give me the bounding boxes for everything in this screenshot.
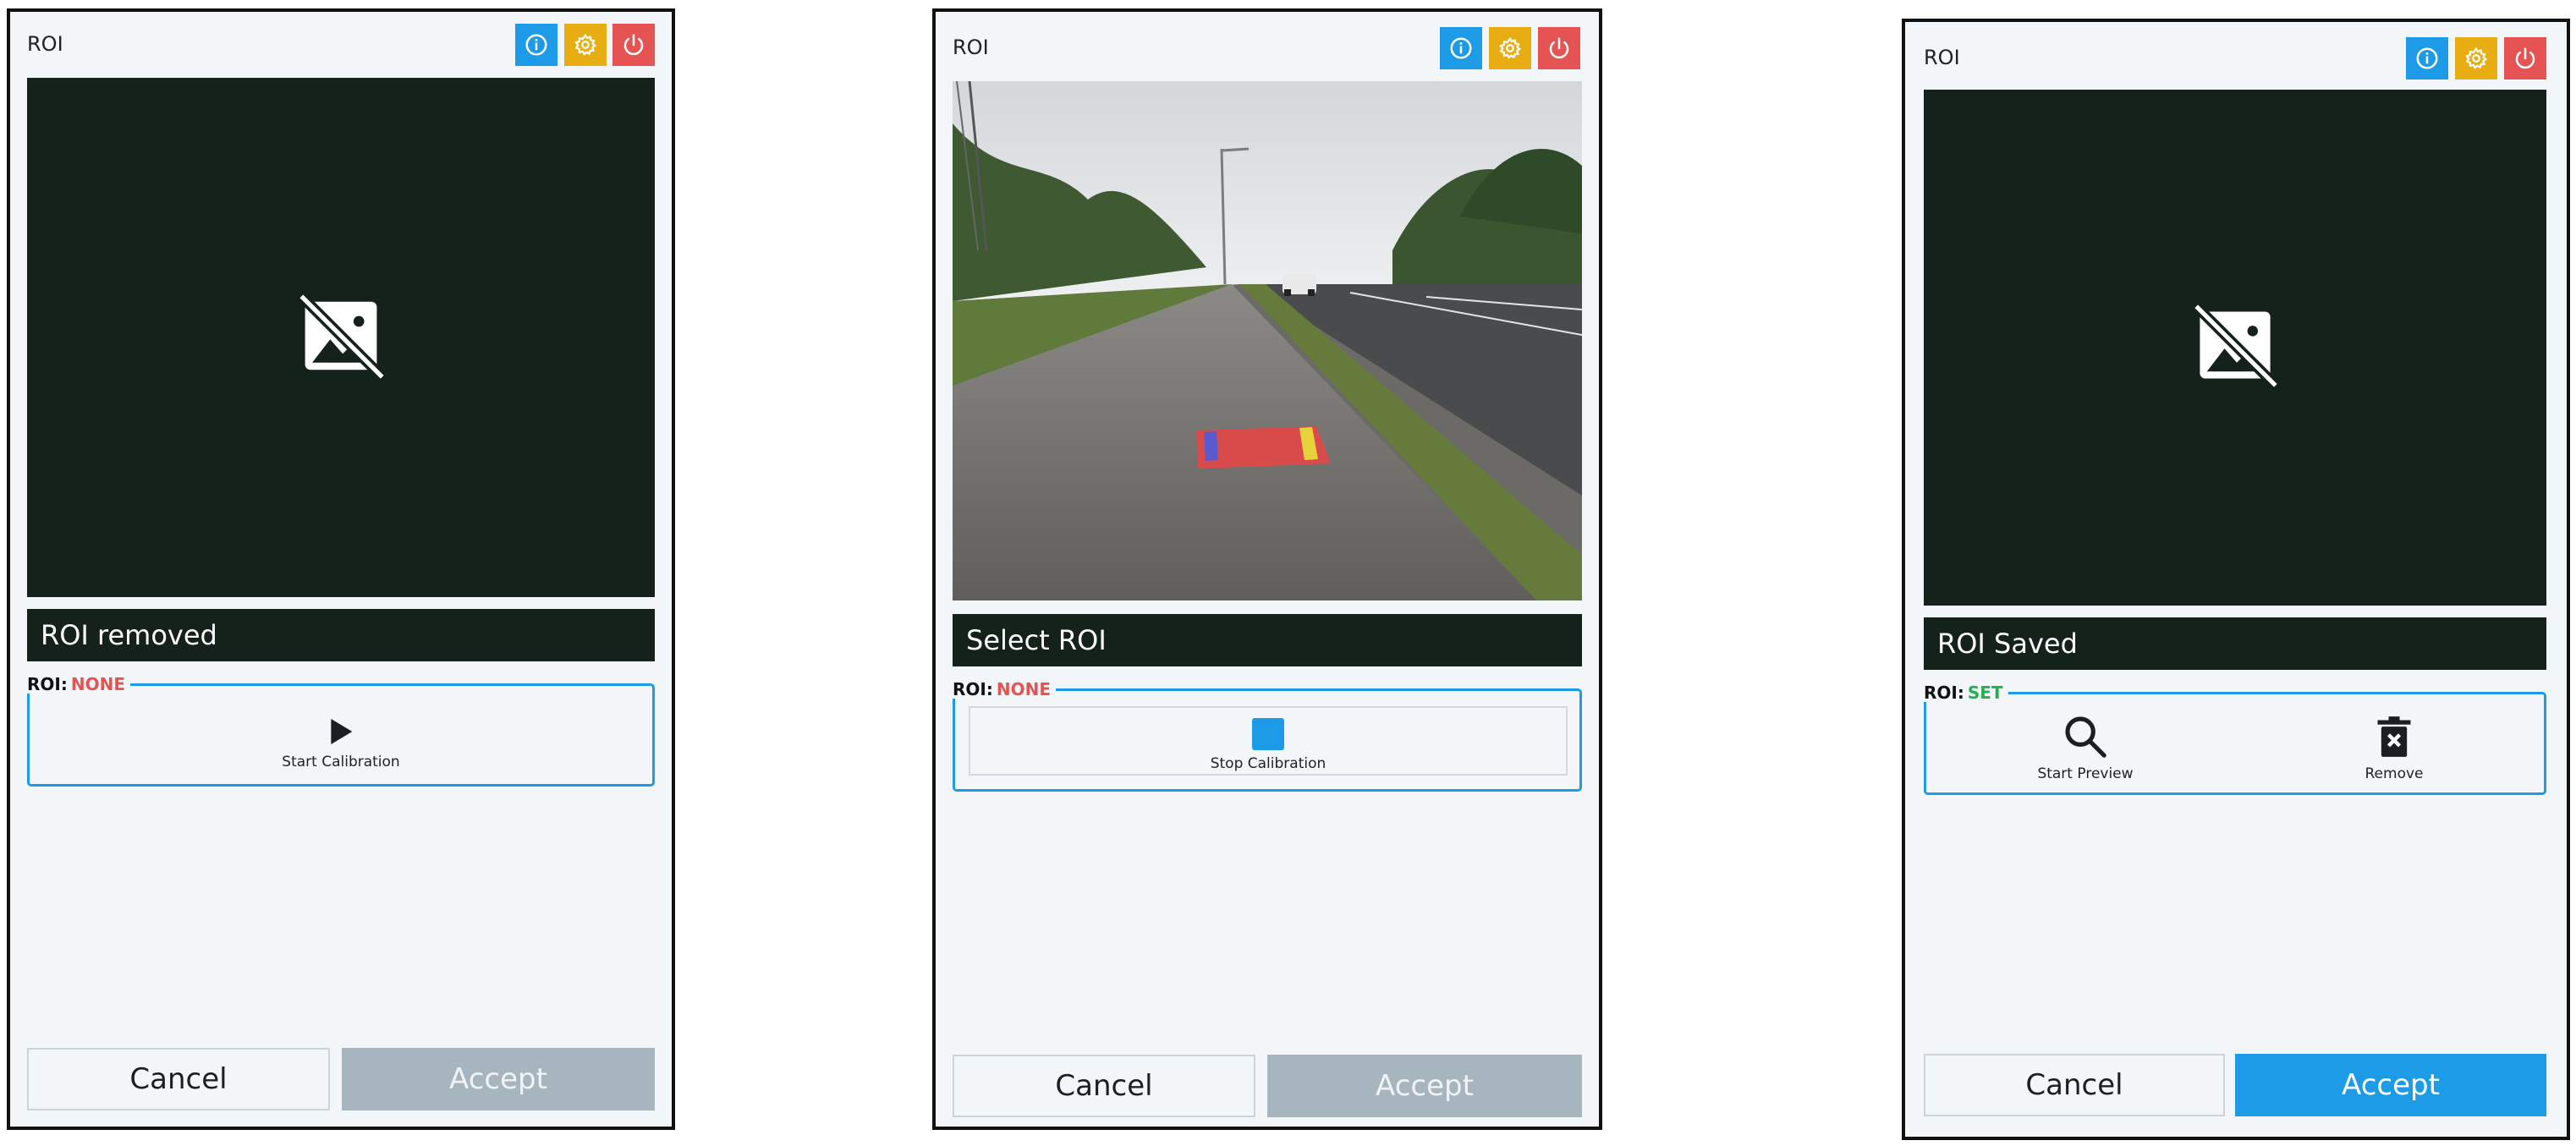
info-button[interactable] [2406, 37, 2448, 80]
gear-icon [573, 32, 598, 58]
roi-fieldset: ROI: SET Start Preview Remove [1924, 683, 2546, 795]
roi-dialog-1: ROI ROI removed ROI: NONE Start Calibrati… [7, 8, 675, 1130]
accept-button[interactable]: Accept [342, 1048, 655, 1110]
stop-icon [1252, 718, 1284, 750]
roi-fieldset: ROI: NONE Start Calibration [27, 675, 655, 787]
play-icon [324, 715, 358, 748]
stop-calibration-label: Stop Calibration [1210, 755, 1326, 772]
roi-status-value: SET [1967, 683, 2003, 703]
roi-fieldset: ROI: NONE Stop Calibration [953, 680, 1582, 792]
gear-icon [1497, 36, 1523, 61]
camera-view[interactable] [27, 78, 655, 597]
roi-status-value: NONE [996, 679, 1051, 699]
roi-status-value: NONE [70, 674, 125, 694]
cancel-button[interactable]: Cancel [27, 1048, 330, 1110]
info-icon [524, 32, 549, 58]
trash-icon [2372, 713, 2416, 760]
camera-view[interactable] [1924, 90, 2546, 606]
camera-view[interactable] [953, 81, 1582, 600]
start-calibration-button[interactable]: Start Calibration [30, 703, 652, 770]
remove-label: Remove [2365, 765, 2424, 782]
info-button[interactable] [515, 24, 557, 66]
accept-button[interactable]: Accept [1267, 1055, 1582, 1117]
dialog-title: ROI [27, 32, 63, 56]
stop-calibration-button[interactable]: Stop Calibration [969, 706, 1568, 776]
settings-button[interactable] [2455, 37, 2497, 80]
power-icon [621, 32, 646, 58]
info-icon [2414, 46, 2440, 71]
settings-button[interactable] [1489, 27, 1531, 69]
info-icon [1448, 36, 1474, 61]
info-button[interactable] [1440, 27, 1482, 69]
start-preview-label: Start Preview [2037, 765, 2134, 782]
image-off-icon [296, 291, 386, 381]
status-bar: ROI Saved [1924, 617, 2546, 670]
roi-label: ROI: [953, 679, 993, 699]
roi-legend: ROI: SET [1924, 683, 2008, 702]
power-icon [2513, 46, 2538, 71]
cancel-button[interactable]: Cancel [953, 1055, 1255, 1117]
status-bar: Select ROI [953, 614, 1582, 666]
remove-button[interactable]: Remove [2244, 710, 2544, 782]
cancel-button[interactable]: Cancel [1924, 1054, 2225, 1116]
roi-legend: ROI: NONE [953, 680, 1056, 699]
roi-dialog-2: ROI Select ROI ROI: NONE Stop Calibratio… [932, 8, 1602, 1130]
dialog-title: ROI [953, 36, 989, 59]
camera-feed-image [953, 81, 1582, 600]
dialog-title: ROI [1924, 46, 1960, 69]
status-bar: ROI removed [27, 609, 655, 661]
roi-dialog-3: ROI ROI Saved ROI: SET Start Preview Remo… [1902, 19, 2570, 1140]
power-button[interactable] [612, 24, 655, 66]
gear-icon [2463, 46, 2489, 71]
power-button[interactable] [2504, 37, 2546, 80]
roi-legend: ROI: NONE [27, 675, 130, 694]
power-icon [1546, 36, 1572, 61]
search-icon [2062, 713, 2109, 760]
roi-label: ROI: [1924, 683, 1964, 703]
power-button[interactable] [1538, 27, 1580, 69]
start-preview-button[interactable]: Start Preview [1926, 710, 2244, 782]
settings-button[interactable] [564, 24, 607, 66]
roi-label: ROI: [27, 674, 68, 694]
accept-button[interactable]: Accept [2235, 1054, 2546, 1116]
image-off-icon [2191, 301, 2279, 389]
start-calibration-label: Start Calibration [282, 754, 400, 770]
